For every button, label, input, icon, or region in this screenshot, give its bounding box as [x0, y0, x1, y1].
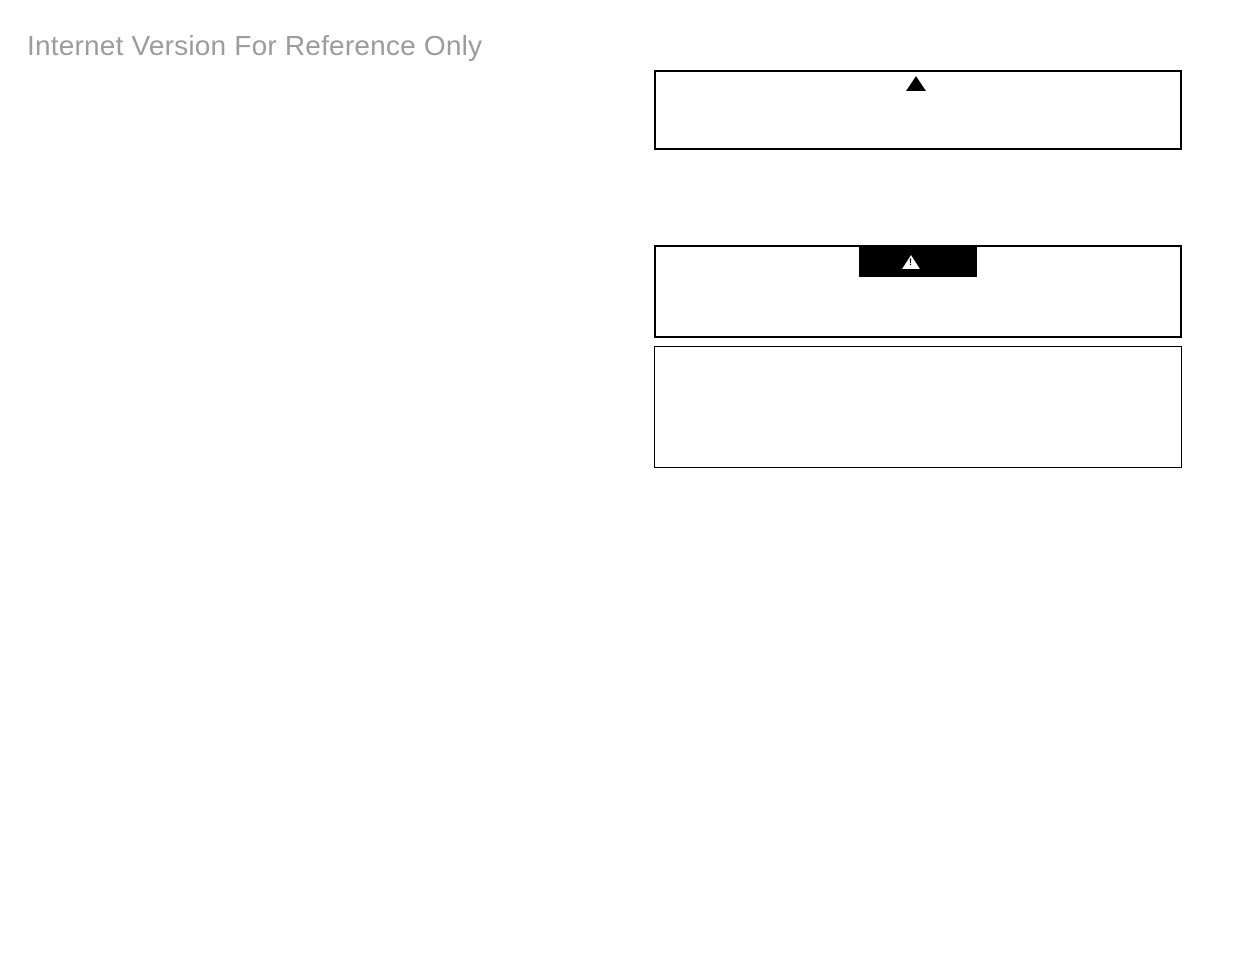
warning-box-1: [654, 70, 1182, 150]
note-box-3: [654, 346, 1182, 468]
warning-label-bar: !: [859, 247, 977, 277]
warning-triangle-icon: !: [902, 255, 920, 269]
warning-triangle-icon: [906, 76, 926, 91]
warning-box-2: !: [654, 245, 1182, 338]
warning-label-plain: [906, 76, 930, 91]
watermark-text: Internet Version For Reference Only: [27, 30, 482, 62]
